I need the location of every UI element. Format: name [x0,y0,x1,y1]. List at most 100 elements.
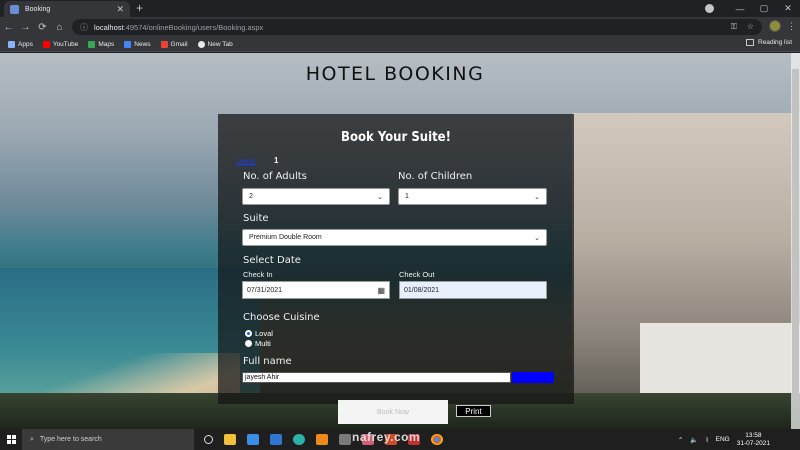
page-scrollbar[interactable] [791,53,800,429]
minimize-button[interactable]: — [728,4,752,14]
children-select[interactable]: 1 ⌄ [398,188,547,205]
checkout-date-input[interactable]: 01/08/2021 [399,281,547,299]
reading-list-button[interactable]: Reading list [746,39,792,46]
tab-title: Booking [25,5,51,13]
cuisine-option-label: Multi [255,339,271,348]
reading-list-icon [746,39,755,46]
browser-tab[interactable]: Booking ✕ [4,1,130,17]
address-bar[interactable]: ⓘ localhost:49574/onlineBooking/users/Bo… [72,19,762,35]
fullname-label: Full name [243,356,292,367]
taskbar-search[interactable]: ⌕ Type here to search [22,429,194,450]
cuisine-option-multi[interactable]: Multi [245,339,271,348]
page-viewport: HOTEL BOOKING Book Your Suite! Logout 1 … [0,53,800,429]
browser-tab-strip: Booking ✕ + — ▢ ✕ [0,0,800,17]
reload-icon[interactable]: ⟳ [34,22,51,33]
bookmark-news[interactable]: News [124,40,151,48]
key-icon[interactable]: ⚿ [731,22,737,32]
network-icon[interactable]: ⌇ [705,436,708,444]
checkin-date-value: 07/31/2021 [247,286,283,294]
radio-button[interactable] [245,330,252,337]
taskbar-clock[interactable]: 13:58 31-07-2021 [737,432,770,448]
url-host: localhost [94,22,124,32]
bookmark-new-tab[interactable]: New Tab [197,40,233,48]
logout-link[interactable]: Logout [236,158,256,165]
page-title: HOTEL BOOKING [305,63,485,85]
adults-select[interactable]: 2 ⌄ [242,188,390,205]
back-icon[interactable]: ← [0,22,17,33]
language-indicator[interactable]: ENG [716,436,730,443]
close-window-button[interactable]: ✕ [776,3,800,14]
chevron-down-icon: ⌄ [534,234,540,242]
bookmarks-bar: Apps YouTube Maps News Gmail New Tab Rea… [0,37,800,52]
user-number: 1 [274,156,279,165]
suite-select[interactable]: Premium Double Room ⌄ [242,229,547,246]
adults-label: No. of Adults [243,171,307,182]
scrollbar-thumb[interactable] [792,69,799,399]
chevron-up-icon[interactable]: ⌃ [678,436,683,444]
url-text: localhost:49574/onlineBooking/users/Book… [94,23,263,32]
bookmark-youtube[interactable]: YouTube [42,40,78,48]
site-info-icon[interactable]: ⓘ [80,22,88,33]
apps-grid-icon [8,40,15,48]
calendar-icon[interactable]: ▦ [377,286,385,295]
window-controls: — ▢ ✕ [705,0,800,17]
checkout-label: Check Out [399,270,435,279]
news-icon [124,40,132,48]
checkin-date-input[interactable]: 07/31/2021 ▦ [242,281,390,299]
cuisine-option-loval[interactable]: Loval [245,329,273,338]
system-tray: ⌃ 🔈 ⌇ ENG 13:58 31-07-2021 [678,429,770,450]
start-button[interactable] [0,435,22,444]
fullname-input[interactable]: jayesh Ahir [242,372,511,383]
windows-logo-icon [6,435,16,444]
forward-icon[interactable]: → [17,22,34,33]
gmail-icon [160,40,168,48]
clock-time: 13:58 [745,431,762,439]
cuisine-label: Choose Cuisine [243,312,320,323]
watermark-text: nafrey.com [352,430,421,444]
youtube-icon [42,40,50,48]
select-date-label: Select Date [243,255,301,266]
book-now-button[interactable]: Book Now [338,400,448,424]
children-select-value: 1 [405,193,409,200]
menu-kebab-icon[interactable]: ⋮ [787,21,796,32]
checkout-date-value: 01/08/2021 [404,286,440,294]
suite-label: Suite [243,213,269,224]
page-favicon-icon [10,4,19,14]
store-icon[interactable] [339,434,351,445]
mail-icon[interactable] [270,434,282,445]
checkin-label: Check In [243,270,273,279]
panel-title: Book Your Suite! [341,130,451,145]
chevron-down-icon: ⌄ [534,193,540,201]
url-path: :49574/onlineBooking/users/Booking.aspx [123,22,264,32]
star-bookmark-icon[interactable]: ☆ [747,22,754,32]
file-explorer-icon[interactable] [224,434,236,445]
new-tab-button[interactable]: + [136,1,143,16]
bookmark-maps[interactable]: Maps [88,40,114,48]
browser-toolbar: ← → ⟳ ⌂ ⓘ localhost:49574/onlineBooking/… [0,17,800,37]
radio-button[interactable] [245,340,252,347]
adults-select-value: 2 [249,193,253,200]
profile-dot-icon[interactable] [705,4,714,13]
vlc-icon[interactable] [316,434,328,445]
bookmark-gmail[interactable]: Gmail [160,40,188,48]
chevron-down-icon: ⌄ [377,193,383,201]
bookmark-apps[interactable]: Apps [8,40,33,48]
home-icon[interactable]: ⌂ [51,22,68,33]
cuisine-option-label: Loval [255,329,273,338]
globe-icon [197,40,205,48]
chrome-icon[interactable] [431,434,443,445]
clock-date: 31-07-2021 [736,439,770,447]
vscode-icon[interactable] [247,434,259,445]
profile-avatar[interactable] [769,20,781,32]
task-view-icon[interactable] [204,435,213,444]
tab-close-icon[interactable]: ✕ [116,4,124,15]
print-button[interactable]: Print [456,405,491,417]
maximize-button[interactable]: ▢ [752,3,776,14]
taskbar-search-placeholder: Type here to search [39,436,102,443]
search-icon: ⌕ [30,435,34,443]
speaker-icon[interactable]: 🔈 [690,436,698,444]
maps-icon [88,40,96,48]
suite-select-value: Premium Double Room [249,234,322,241]
children-label: No. of Children [398,171,473,182]
edge-icon[interactable] [293,434,305,445]
